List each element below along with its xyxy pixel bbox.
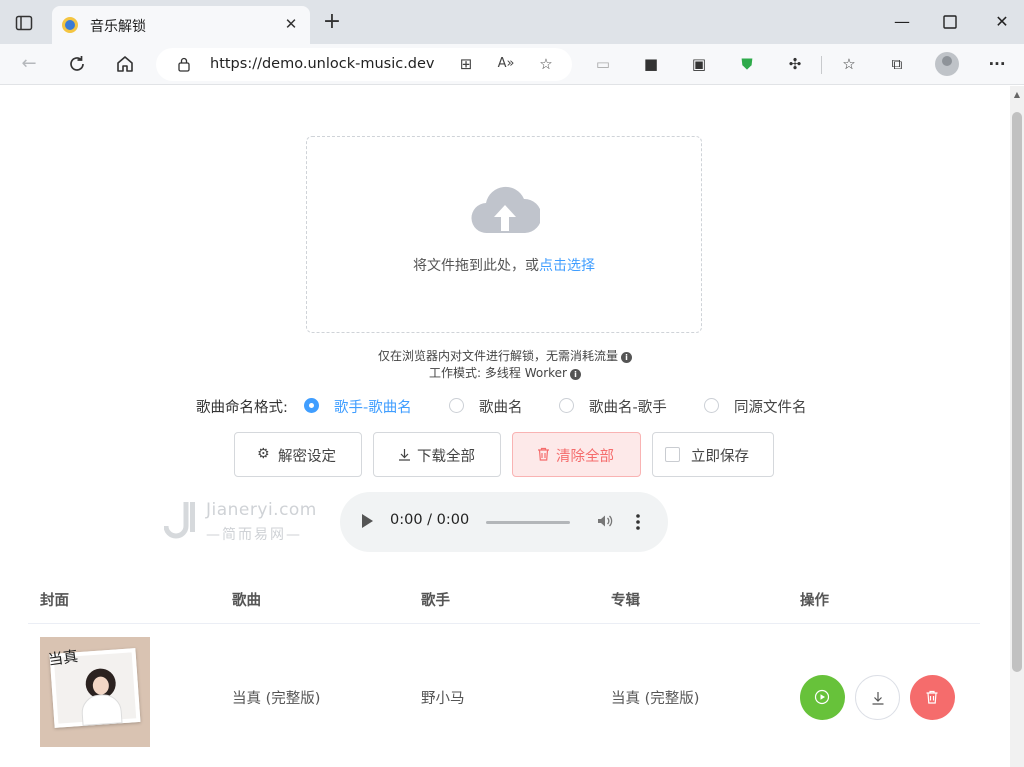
extensions-puzzle-icon[interactable]: ✣ [784, 53, 806, 75]
table-header-divider [28, 623, 980, 624]
radio-dot[interactable] [449, 398, 464, 413]
save-now-label: 立即保存 [691, 449, 749, 465]
radio-dot[interactable] [304, 398, 319, 413]
download-song-button[interactable] [855, 675, 900, 720]
app-available-icon[interactable]: ⊞ [456, 54, 476, 74]
radio-dot[interactable] [704, 398, 719, 413]
scroll-up-arrow-icon[interactable]: ▲ [1012, 90, 1022, 100]
more-menu-icon[interactable]: ··· [986, 53, 1008, 75]
download-all-label: 下载全部 [417, 449, 475, 465]
play-circle-icon [814, 689, 830, 705]
collections-icon[interactable]: ⧉ [886, 53, 908, 75]
worker-mode-text: 工作模式: 多线程 Worker [429, 366, 567, 380]
radio-label: 歌曲名-歌手 [589, 400, 667, 416]
browser-tab-bar: 音乐解锁 ✕ + — ✕ [0, 0, 1024, 44]
address-bar[interactable]: https://demo.unlock-music.dev ⊞ A» ☆ [156, 48, 572, 81]
album-cover: 当真 [40, 637, 150, 747]
decrypt-settings-label: 解密设定 [278, 449, 336, 465]
url-text[interactable]: https://demo.unlock-music.dev [210, 56, 435, 72]
column-header-artist: 歌手 [421, 593, 450, 609]
scrollbar-thumb[interactable] [1012, 112, 1022, 672]
player-more-icon[interactable] [636, 514, 640, 530]
volume-icon[interactable] [596, 512, 614, 530]
browser-tab[interactable]: 音乐解锁 ✕ [52, 6, 310, 44]
seek-bar[interactable] [486, 521, 570, 524]
download-icon [872, 692, 884, 705]
close-window-icon[interactable]: ✕ [990, 10, 1014, 34]
extension-screen-icon[interactable]: ▭ [592, 53, 614, 75]
minimize-icon[interactable]: — [890, 10, 914, 34]
favorites-icon[interactable]: ☆ [838, 53, 860, 75]
privacy-tip-text: 仅在浏览器内对文件进行解锁，无需消耗流量 [377, 349, 618, 363]
profile-avatar[interactable] [935, 52, 959, 76]
radio-dot[interactable] [559, 398, 574, 413]
artist-name: 野小马 [421, 691, 465, 707]
download-all-button[interactable]: 下载全部 [373, 432, 501, 477]
cover-body [80, 693, 123, 726]
decrypt-settings-button[interactable]: ⚙ 解密设定 [234, 432, 362, 477]
maximize-icon[interactable] [941, 13, 959, 31]
extension-tampermonkey-icon[interactable]: ■ [640, 53, 662, 75]
save-now-checkbox[interactable] [665, 447, 680, 462]
app-favicon-icon [62, 17, 78, 33]
home-icon[interactable] [114, 53, 136, 75]
extension-image-icon[interactable]: ▣ [688, 53, 710, 75]
refresh-icon[interactable] [66, 53, 88, 75]
delete-song-button[interactable] [910, 675, 955, 720]
tab-actions-icon[interactable] [14, 13, 34, 33]
radio-label: 歌手-歌曲名 [334, 400, 412, 416]
watermark-slogan: —简而易网— [206, 527, 302, 543]
column-header-cover: 封面 [40, 593, 69, 609]
read-aloud-icon[interactable]: A» [496, 54, 516, 74]
info-icon[interactable]: i [621, 352, 632, 363]
playback-time: 0:00 / 0:00 [390, 512, 470, 528]
column-header-album: 专辑 [611, 593, 640, 609]
trash-icon [538, 447, 549, 461]
close-tab-icon[interactable]: ✕ [282, 15, 300, 33]
watermark-brand: Jianeryi.com [206, 500, 317, 520]
save-now-toggle[interactable]: 立即保存 [652, 432, 774, 477]
column-header-song: 歌曲 [232, 593, 261, 609]
radio-label: 歌曲名 [479, 400, 523, 416]
cover-title: 当真 [46, 646, 80, 669]
info-icon[interactable]: i [569, 369, 581, 380]
play-song-button[interactable] [800, 675, 845, 720]
new-tab-icon[interactable]: + [320, 10, 344, 34]
browser-toolbar: ← https://demo.unlock-music.dev ⊞ A» ☆ ▭… [0, 44, 1024, 85]
extension-shield-icon[interactable]: ⛊ [736, 53, 758, 75]
toolbar-divider [821, 56, 822, 74]
drop-instruction: 将文件拖到此处，或点击选择 [307, 255, 701, 275]
download-icon [399, 449, 410, 461]
clear-all-button[interactable]: 清除全部 [512, 432, 641, 477]
play-icon[interactable] [362, 514, 373, 528]
file-drop-zone[interactable]: 将文件拖到此处，或点击选择 [306, 136, 702, 333]
clear-all-label: 清除全部 [556, 449, 614, 465]
column-header-actions: 操作 [800, 593, 829, 609]
watermark-logo-icon [164, 502, 195, 539]
select-file-link[interactable]: 点击选择 [539, 258, 595, 274]
naming-format-label: 歌曲命名格式: [196, 400, 288, 416]
privacy-tip: 仅在浏览器内对文件进行解锁，无需消耗流量 i [0, 347, 1010, 364]
album-name: 当真 (完整版) [611, 691, 700, 707]
worker-mode-tip: 工作模式: 多线程 Worker i [0, 364, 1010, 381]
drop-prompt: 将文件拖到此处，或 [413, 258, 539, 274]
gear-icon: ⚙ [257, 446, 270, 462]
tab-title: 音乐解锁 [90, 19, 146, 35]
add-favorite-icon[interactable]: ☆ [536, 54, 556, 74]
lock-icon[interactable] [176, 56, 192, 72]
audio-player[interactable]: 0:00 / 0:00 [340, 492, 668, 552]
back-icon[interactable]: ← [18, 53, 40, 75]
radio-label: 同源文件名 [734, 400, 807, 416]
trash-icon [926, 690, 938, 704]
upload-cloud-icon [471, 186, 540, 234]
song-title: 当真 (完整版) [232, 691, 321, 707]
